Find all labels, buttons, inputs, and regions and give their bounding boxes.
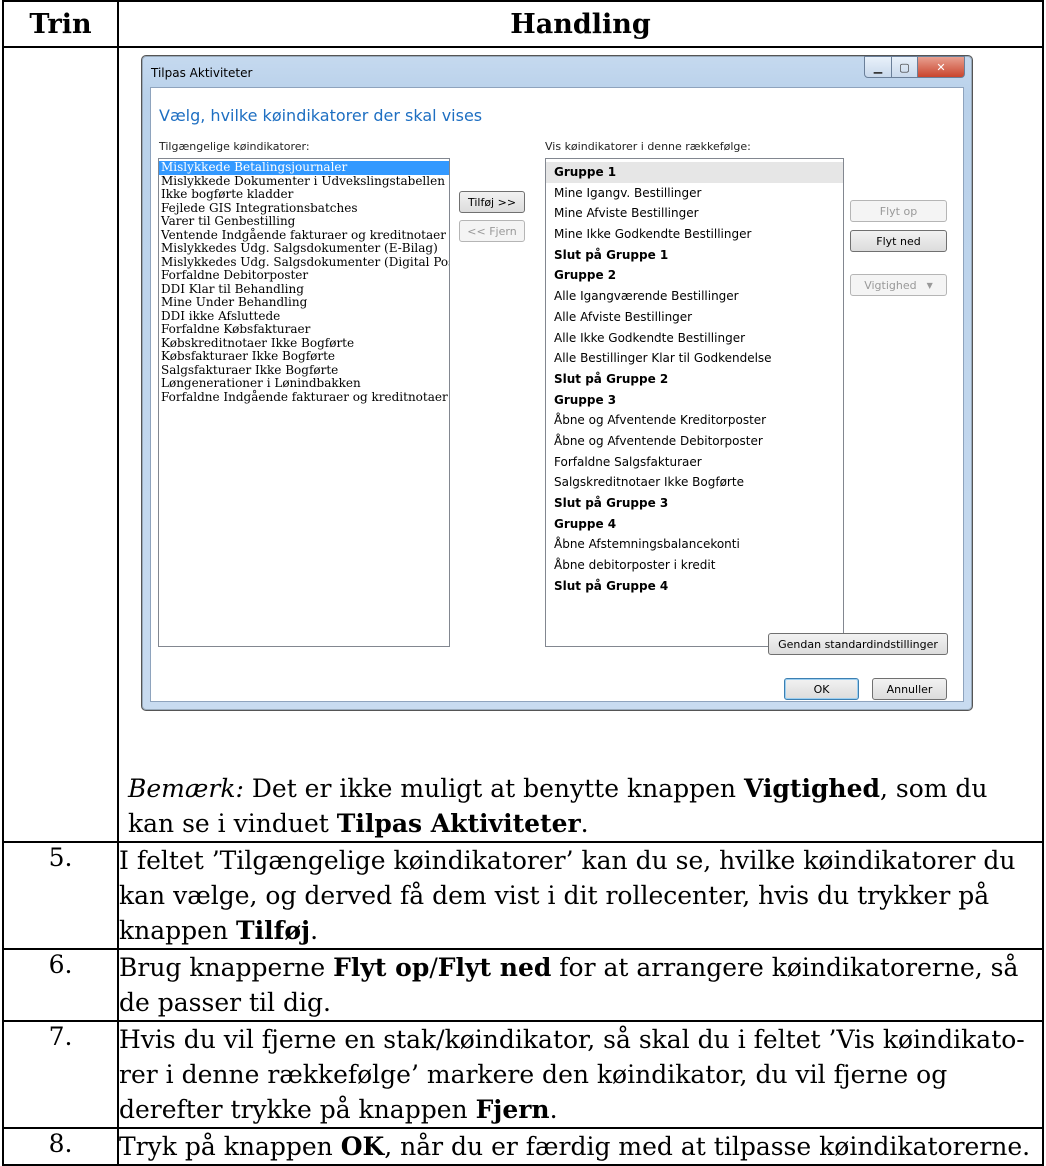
title-bar[interactable]: Tilpas Aktiviteter ▁ ▢ ✕ bbox=[142, 56, 972, 88]
order-list-item[interactable]: Slut på Gruppe 3 bbox=[546, 493, 843, 514]
step-text: Tryk på knappen OK, når du er færdig med… bbox=[117, 1127, 1044, 1166]
step-text-part: / bbox=[429, 953, 438, 982]
step-text-part: . bbox=[549, 1095, 558, 1124]
minimize-icon[interactable]: ▁ bbox=[864, 56, 892, 78]
step-text-bold: Tilføj bbox=[236, 916, 311, 945]
order-list-item[interactable]: Alle Igangværende Bestillinger bbox=[546, 286, 843, 307]
available-list-item[interactable]: Mine Under Behandling bbox=[159, 295, 449, 310]
order-list-item[interactable]: Alle Bestillinger Klar til Godkendelse bbox=[546, 348, 843, 369]
remove-button[interactable]: << Fjern bbox=[459, 220, 525, 242]
header-action: Handling bbox=[117, 0, 1044, 48]
dialog-body: Vælg, hvilke køindikatorer der skal vise… bbox=[150, 87, 964, 702]
step-text-bold: Fjern bbox=[475, 1095, 550, 1124]
available-list-item[interactable]: Mislykkede Betalingsjournaler bbox=[159, 160, 449, 175]
step-number: 6. bbox=[2, 948, 119, 1022]
step-number: 7. bbox=[2, 1020, 119, 1129]
note-bold-1: Vigtighed bbox=[743, 774, 880, 803]
available-list-item[interactable]: Mislykkedes Udg. Salgsdokumenter (E-Bila… bbox=[159, 241, 449, 256]
step-text-bold: OK bbox=[340, 1132, 385, 1161]
order-list-item[interactable]: Gruppe 4 bbox=[546, 514, 843, 535]
note-bold-2: Tilpas Aktiviteter bbox=[336, 809, 581, 838]
available-list-item[interactable]: DDI ikke Afsluttede bbox=[159, 309, 449, 324]
step-text: Hvis du vil fjerne en stak/køindikator, … bbox=[117, 1020, 1044, 1129]
dialog-cell: Tilpas Aktiviteter ▁ ▢ ✕ Vælg, hvilke kø… bbox=[117, 46, 1044, 843]
available-list-item[interactable]: Mislykkedes Udg. Salgsdokumenter (Digita… bbox=[159, 255, 449, 270]
available-list-item[interactable]: Fejlede GIS Integrationsbatches bbox=[159, 201, 449, 216]
available-list-item[interactable]: Forfaldne Købsfakturaer bbox=[159, 322, 449, 337]
order-list-item[interactable]: Åbne Afstemningsbalancekonti bbox=[546, 534, 843, 555]
available-list-item[interactable]: Salgsfakturaer Ikke Bogførte bbox=[159, 363, 449, 378]
order-list-item[interactable]: Åbne debitorposter i kredit bbox=[546, 555, 843, 576]
order-list-item[interactable]: Slut på Gruppe 2 bbox=[546, 369, 843, 390]
cancel-button[interactable]: Annuller bbox=[872, 678, 947, 700]
dialog-title: Tilpas Aktiviteter bbox=[151, 66, 253, 80]
note-text-1: Det er ikke muligt at benytte knappen bbox=[243, 774, 744, 803]
available-list-item[interactable]: Ikke bogførte kladder bbox=[159, 187, 449, 202]
importance-dropdown[interactable]: Vigtighed ▼ bbox=[850, 274, 947, 296]
empty-step-cell bbox=[2, 46, 119, 843]
order-list-item[interactable]: Mine Ikke Godkendte Bestillinger bbox=[546, 224, 843, 245]
step-text-bold: Flyt ned bbox=[437, 953, 552, 982]
available-list-item[interactable]: Forfaldne Debitorposter bbox=[159, 268, 449, 283]
order-list-item[interactable]: Mine Afviste Bestillinger bbox=[546, 203, 843, 224]
importance-label: Vigtighed bbox=[864, 278, 917, 292]
available-list-item[interactable]: Forfaldne Indgående fakturaer og kreditn… bbox=[159, 390, 449, 405]
step-text-part: Tryk på knappen bbox=[119, 1132, 341, 1161]
order-list-item[interactable]: Gruppe 2 bbox=[546, 265, 843, 286]
order-list-item[interactable]: Mine Igangv. Bestillinger bbox=[546, 183, 843, 204]
order-list-item[interactable]: Gruppe 1 bbox=[546, 162, 843, 183]
step-text-part: , når du er færdig med at tilpasse køind… bbox=[384, 1132, 1031, 1161]
available-list-item[interactable]: Varer til Genbestilling bbox=[159, 214, 449, 229]
order-list-item[interactable]: Gruppe 3 bbox=[546, 390, 843, 411]
available-list-item[interactable]: Købskreditnotaer Ikke Bogførte bbox=[159, 336, 449, 351]
step-text-part: Brug knapperne bbox=[119, 953, 334, 982]
restore-defaults-button[interactable]: Gendan standardindstillinger bbox=[768, 633, 948, 655]
ok-button[interactable]: OK bbox=[784, 678, 859, 700]
available-list-item[interactable]: Købsfakturaer Ikke Bogførte bbox=[159, 349, 449, 364]
close-icon[interactable]: ✕ bbox=[918, 56, 965, 78]
step-number: 5. bbox=[2, 841, 119, 950]
step-number: 8. bbox=[2, 1127, 119, 1166]
move-up-button[interactable]: Flyt op bbox=[850, 200, 947, 222]
available-list[interactable]: Mislykkede Betalingsjournaler Mislykkede … bbox=[158, 158, 450, 647]
instruction-table: Trin Handling Tilpas Aktiviteter ▁ ▢ ✕ V… bbox=[2, 0, 1044, 1166]
order-list-item[interactable]: Slut på Gruppe 4 bbox=[546, 576, 843, 597]
step-text: Brug knapperne Flyt op/Flyt ned for at a… bbox=[117, 948, 1044, 1022]
maximize-icon[interactable]: ▢ bbox=[892, 56, 918, 78]
dialog-heading: Vælg, hvilke køindikatorer der skal vise… bbox=[159, 106, 483, 125]
order-list-item[interactable]: Åbne og Afventende Debitorposter bbox=[546, 431, 843, 452]
order-list-item[interactable]: Slut på Gruppe 1 bbox=[546, 245, 843, 266]
order-list-item[interactable]: Salgskreditnotaer Ikke Bogførte bbox=[546, 472, 843, 493]
step-text-bold: Flyt op bbox=[333, 953, 430, 982]
note-paragraph: Bemærk: Det er ikke muligt at benytte kn… bbox=[119, 771, 1042, 841]
available-label: Tilgængelige køindikatorer: bbox=[159, 140, 310, 153]
customize-activities-dialog: Tilpas Aktiviteter ▁ ▢ ✕ Vælg, hvilke kø… bbox=[141, 55, 973, 711]
order-list-item[interactable]: Alle Afviste Bestillinger bbox=[546, 307, 843, 328]
move-down-button[interactable]: Flyt ned bbox=[850, 230, 947, 252]
order-list-item[interactable]: Alle Ikke Godkendte Bestillinger bbox=[546, 328, 843, 349]
header-step: Trin bbox=[2, 0, 119, 48]
available-list-item[interactable]: Ventende Indgående fakturaer og kreditno… bbox=[159, 228, 449, 243]
chevron-down-icon: ▼ bbox=[926, 280, 933, 290]
order-list-item[interactable]: Åbne og Afventende Kreditorposter bbox=[546, 410, 843, 431]
order-list-item[interactable]: Forfaldne Salgsfakturaer bbox=[546, 452, 843, 473]
step-text-part: . bbox=[310, 916, 319, 945]
step-text: I feltet ’Tilgængelige køindikatorer’ ka… bbox=[117, 841, 1044, 950]
note-text-3: . bbox=[580, 809, 589, 838]
order-list[interactable]: Gruppe 1 Mine Igangv. Bestillinger Mine Af… bbox=[545, 158, 844, 647]
order-label: Vis køindikatorer i denne rækkefølge: bbox=[545, 140, 751, 153]
available-list-item[interactable]: Løngenerationer i Lønindbakken bbox=[159, 376, 449, 391]
step-text-part: Hvis du vil fjerne en stak/køindikator, … bbox=[119, 1025, 1025, 1124]
available-list-item[interactable]: DDI Klar til Behandling bbox=[159, 282, 449, 297]
note-prefix: Bemærk: bbox=[128, 774, 244, 803]
add-button[interactable]: Tilføj >> bbox=[459, 191, 525, 213]
available-list-item[interactable]: Mislykkede Dokumenter i Udvekslingstabel… bbox=[159, 174, 449, 189]
